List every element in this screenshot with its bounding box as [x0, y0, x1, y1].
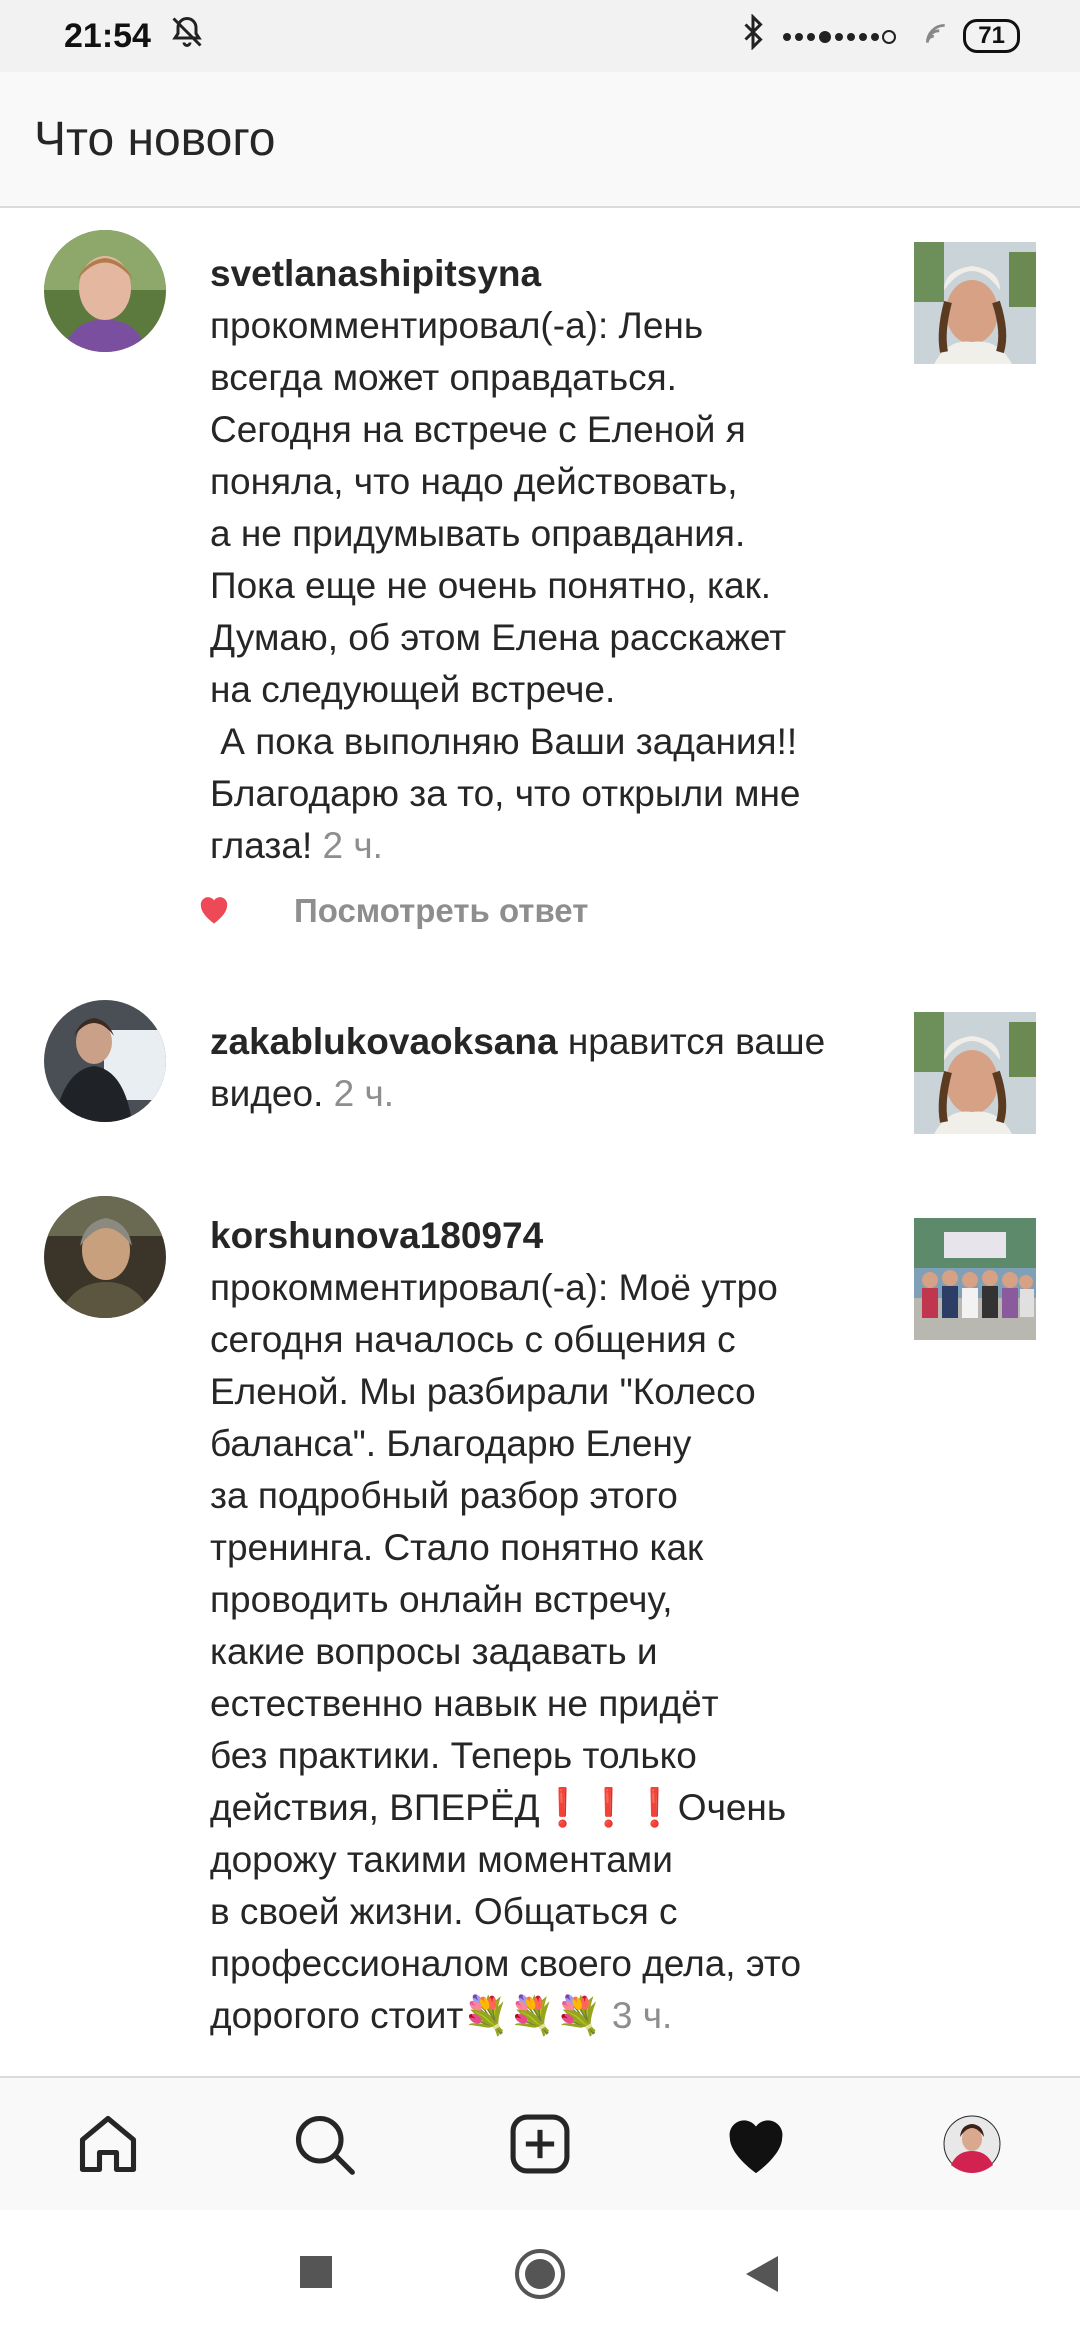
avatar[interactable]	[44, 230, 166, 352]
like-heart-icon[interactable]	[196, 893, 232, 930]
home-icon[interactable]	[68, 2104, 148, 2184]
like-row: Посмотреть ответ	[196, 892, 588, 930]
post-thumbnail[interactable]	[914, 242, 1036, 364]
app-header: Что нового	[0, 72, 1080, 208]
battery-indicator: 71	[963, 19, 1020, 53]
notification-text: zakablukovaoksana нравится ваше видео. 2…	[210, 1016, 890, 1120]
bluetooth-icon	[741, 12, 765, 59]
post-thumbnail[interactable]	[914, 1012, 1036, 1134]
back-icon[interactable]	[744, 2254, 780, 2299]
bottom-navigation	[0, 2076, 1080, 2210]
add-post-icon[interactable]	[500, 2104, 580, 2184]
home-button-icon[interactable]	[514, 2248, 566, 2305]
view-reply-button[interactable]: Посмотреть ответ	[294, 892, 588, 930]
comment-text: прокомментировал(-а): Моё утро сегодня н…	[210, 1267, 802, 2036]
status-bar: 21:54 71	[0, 0, 1080, 72]
username[interactable]: zakablukovaoksana	[210, 1021, 558, 1062]
signal-icon	[779, 17, 909, 56]
username[interactable]: korshunova180974	[210, 1215, 543, 1256]
post-thumbnail[interactable]	[914, 1218, 1036, 1340]
notification-text: svetlanashipitsyna прокомментировал(-а):…	[210, 248, 890, 872]
timestamp: 2 ч.	[333, 1073, 395, 1114]
status-time: 21:54	[64, 16, 151, 55]
timestamp: 3 ч.	[611, 1995, 673, 2036]
heart-icon[interactable]	[716, 2104, 796, 2184]
timestamp: 2 ч.	[322, 825, 383, 866]
system-navigation-bar	[0, 2210, 1080, 2340]
activity-feed[interactable]: svetlanashipitsyna прокомментировал(-а):…	[0, 210, 1080, 2076]
search-icon[interactable]	[284, 2104, 364, 2184]
comment-text: прокомментировал(-а): Лень всегда может …	[210, 305, 801, 866]
wifi-icon	[923, 17, 949, 56]
avatar[interactable]	[44, 1000, 166, 1122]
page-title: Что нового	[34, 112, 276, 166]
username[interactable]: svetlanashipitsyna	[210, 253, 541, 294]
bell-off-icon	[169, 14, 205, 59]
recent-apps-icon[interactable]	[300, 2256, 332, 2293]
notification-text: korshunova180974 прокомментировал(-а): М…	[210, 1210, 890, 2042]
profile-avatar[interactable]	[932, 2104, 1012, 2184]
avatar[interactable]	[44, 1196, 166, 1318]
